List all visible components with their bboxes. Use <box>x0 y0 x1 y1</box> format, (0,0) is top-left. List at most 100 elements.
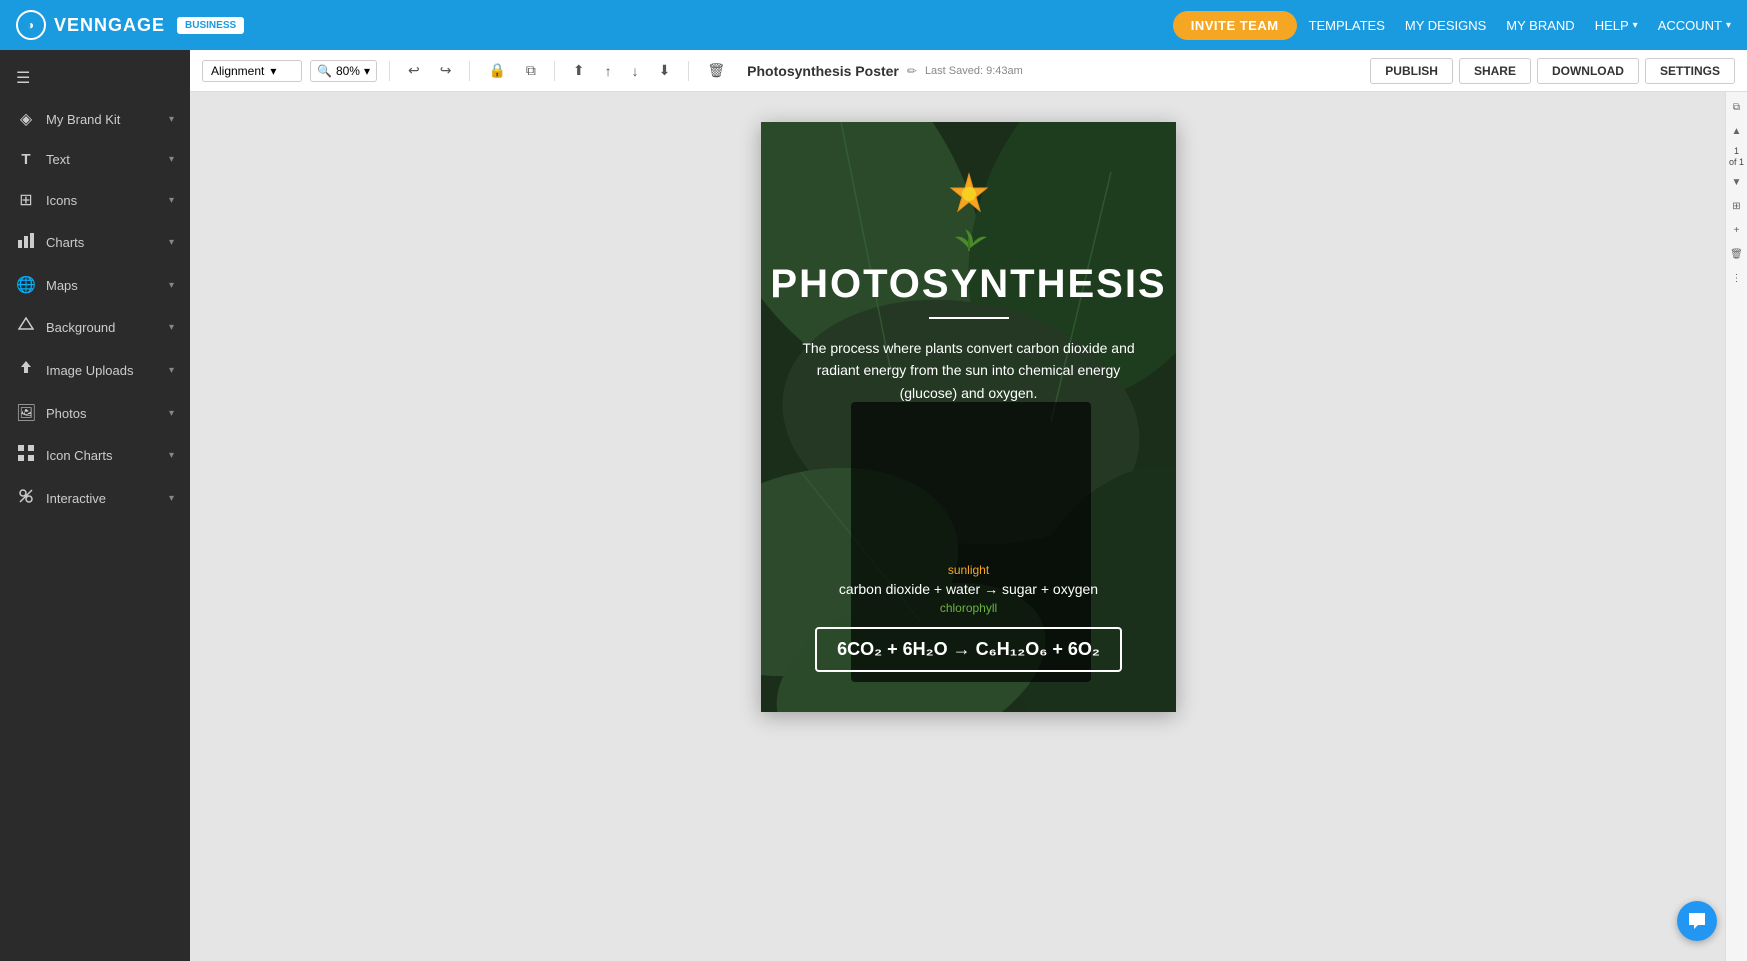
invite-team-button[interactable]: INVITE TEAM <box>1173 11 1297 40</box>
poster-wrapper: PHOTOSYNTHESIS The process where plants … <box>761 122 1176 931</box>
sidebar-hamburger[interactable]: ☰ <box>0 58 190 98</box>
sidebar-item-icons[interactable]: ⊞ Icons ▾ <box>0 179 190 221</box>
image-uploads-icon <box>16 360 36 381</box>
poster-divider <box>929 317 1009 319</box>
sidebar-item-maps[interactable]: 🌐 Maps ▾ <box>0 264 190 306</box>
toolbar-right: PUBLISH SHARE DOWNLOAD SETTINGS <box>1370 50 1747 92</box>
poster-description: The process where plants convert carbon … <box>791 337 1146 404</box>
right-panel: ⧉ ▲ 1 of 1 ▼ ⊞ + 🗑 ⋮ <box>1725 92 1747 961</box>
sidebar-item-my-brand-kit[interactable]: ◈ My Brand Kit ▾ <box>0 98 190 140</box>
icon-charts-icon <box>16 445 36 466</box>
poster-canvas[interactable]: PHOTOSYNTHESIS The process where plants … <box>761 122 1176 712</box>
delete-button[interactable]: 🗑 <box>701 58 731 83</box>
sidebar-item-label: Text <box>46 152 159 167</box>
sidebar-item-label: Photos <box>46 406 159 421</box>
poster-content: PHOTOSYNTHESIS The process where plants … <box>761 122 1176 712</box>
chevron-right-icon: ▾ <box>169 365 174 376</box>
last-saved: Last Saved: 9:43am <box>925 65 1023 77</box>
sidebar-item-label: Background <box>46 320 159 335</box>
sidebar-item-background[interactable]: Background ▾ <box>0 306 190 349</box>
copy-button[interactable]: ⧉ <box>520 58 542 83</box>
settings-button[interactable]: SETTINGS <box>1645 58 1735 84</box>
search-icon: 🔍 <box>317 64 332 78</box>
panel-more-button[interactable]: ⋮ <box>1728 270 1746 288</box>
send-backward-button[interactable]: ↓ <box>626 59 645 83</box>
brand-kit-icon: ◈ <box>16 109 36 129</box>
photos-icon: 🖼 <box>16 403 36 423</box>
sidebar-item-label: Icon Charts <box>46 448 159 463</box>
chemical-equation: carbon dioxide + water → sugar + oxygen <box>791 581 1146 597</box>
charts-icon <box>16 232 36 253</box>
chat-bubble[interactable] <box>1677 901 1717 941</box>
sidebar: ☰ ◈ My Brand Kit ▾ T Text ▾ ⊞ Icons ▾ Ch… <box>0 50 190 961</box>
poster-equation-area: sunlight carbon dioxide + water → sugar … <box>791 563 1146 692</box>
logo-icon: ◑ <box>16 10 46 40</box>
sidebar-item-label: Charts <box>46 235 159 250</box>
chevron-right-icon: ▾ <box>169 237 174 248</box>
redo-button[interactable]: ↪ <box>434 58 458 83</box>
zoom-dropdown[interactable]: 🔍 80% ▾ <box>310 60 377 82</box>
background-icon <box>16 317 36 338</box>
sidebar-item-label: Maps <box>46 278 159 293</box>
canvas-area[interactable]: PHOTOSYNTHESIS The process where plants … <box>190 92 1747 961</box>
panel-copy-button[interactable]: ⧉ <box>1728 98 1746 116</box>
undo-button[interactable]: ↩ <box>402 58 426 83</box>
bring-front-button[interactable]: ⬆ <box>567 58 591 83</box>
sidebar-item-label: Icons <box>46 193 159 208</box>
chevron-right-icon: ▾ <box>169 493 174 504</box>
sunlight-label: sunlight <box>791 563 1146 577</box>
lock-button[interactable]: 🔒 <box>482 58 511 83</box>
chevron-right-icon: ▾ <box>169 195 174 206</box>
help-link[interactable]: HELP ▾ <box>1595 18 1638 33</box>
sidebar-item-text[interactable]: T Text ▾ <box>0 140 190 179</box>
sidebar-item-photos[interactable]: 🖼 Photos ▾ <box>0 392 190 434</box>
sidebar-item-icon-charts[interactable]: Icon Charts ▾ <box>0 434 190 477</box>
sidebar-item-interactive[interactable]: Interactive ▾ <box>0 477 190 520</box>
text-icon: T <box>16 151 36 168</box>
nav-links: TEMPLATES MY DESIGNS MY BRAND HELP ▾ ACC… <box>1309 18 1731 33</box>
chevron-down-icon: ▾ <box>270 64 276 78</box>
panel-grid-button[interactable]: ⊞ <box>1728 198 1746 216</box>
icons-icon: ⊞ <box>16 190 36 210</box>
send-back-button[interactable]: ⬇ <box>653 58 677 83</box>
panel-up-button[interactable]: ▲ <box>1728 122 1746 140</box>
maps-icon: 🌐 <box>16 275 36 295</box>
poster-title: PHOTOSYNTHESIS <box>770 262 1166 307</box>
chevron-right-icon: ▾ <box>169 408 174 419</box>
chevron-right-icon: ▾ <box>169 450 174 461</box>
doc-title: Photosynthesis Poster <box>747 63 899 79</box>
chevron-right-icon: ▾ <box>169 114 174 125</box>
publish-button[interactable]: PUBLISH <box>1370 58 1453 84</box>
edit-title-icon[interactable]: ✏ <box>907 64 917 78</box>
templates-link[interactable]: TEMPLATES <box>1309 18 1385 33</box>
my-designs-link[interactable]: MY DESIGNS <box>1405 18 1486 33</box>
panel-delete-button[interactable]: 🗑 <box>1728 246 1746 264</box>
panel-down-button[interactable]: ▼ <box>1728 174 1746 192</box>
download-button[interactable]: DOWNLOAD <box>1537 58 1639 84</box>
chevron-right-icon: ▾ <box>169 322 174 333</box>
plant-icon <box>947 225 991 256</box>
bring-forward-button[interactable]: ↑ <box>599 59 618 83</box>
logo-text: VENNGAGE <box>54 15 165 36</box>
page-indicator: 1 of 1 <box>1729 146 1744 168</box>
sidebar-item-charts[interactable]: Charts ▾ <box>0 221 190 264</box>
logo[interactable]: ◑ VENNGAGE <box>16 10 165 40</box>
panel-plus-button[interactable]: + <box>1728 222 1746 240</box>
my-brand-link[interactable]: MY BRAND <box>1506 18 1574 33</box>
sidebar-item-label: Interactive <box>46 491 159 506</box>
alignment-dropdown[interactable]: Alignment ▾ <box>202 60 302 82</box>
account-link[interactable]: ACCOUNT ▾ <box>1658 18 1731 33</box>
chlorophyll-label: chlorophyll <box>791 601 1146 615</box>
sidebar-item-label: Image Uploads <box>46 363 159 378</box>
chevron-right-icon: ▾ <box>169 154 174 165</box>
share-button[interactable]: SHARE <box>1459 58 1531 84</box>
chevron-right-icon: ▾ <box>169 280 174 291</box>
sidebar-item-label: My Brand Kit <box>46 112 159 127</box>
chevron-down-icon: ▾ <box>364 64 370 78</box>
interactive-icon <box>16 488 36 509</box>
formula-box: 6CO₂ + 6H₂O → C₆H₁₂O₆ + 6O₂ <box>815 627 1122 672</box>
top-navigation: ◑ VENNGAGE BUSINESS INVITE TEAM TEMPLATE… <box>0 0 1747 50</box>
sun-icon <box>947 172 991 216</box>
sidebar-item-image-uploads[interactable]: Image Uploads ▾ <box>0 349 190 392</box>
business-badge: BUSINESS <box>177 17 244 34</box>
